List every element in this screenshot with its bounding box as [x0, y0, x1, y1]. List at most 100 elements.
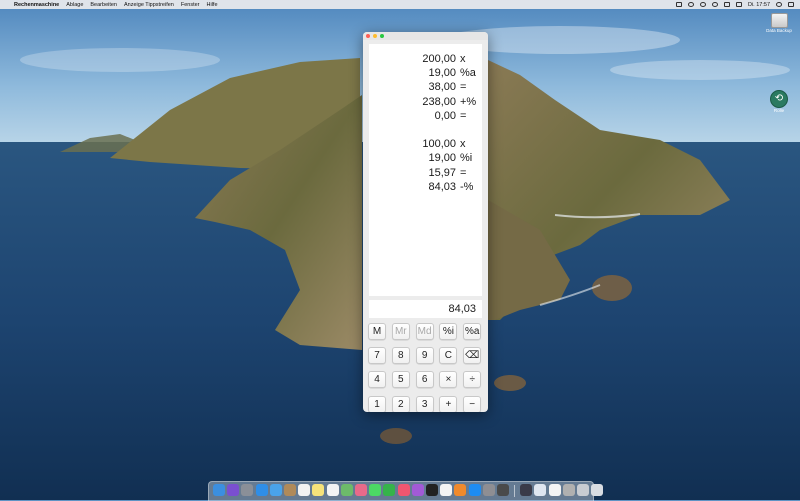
key-digit-3-button[interactable]: 3: [415, 395, 434, 412]
menu-hilfe[interactable]: Hilfe: [207, 2, 218, 8]
external-disk-icon: [770, 13, 788, 28]
menu-anzeige-tippstreifen[interactable]: Anzeige Tippstreifen: [124, 2, 174, 8]
key-subtract-button[interactable]: −: [463, 395, 482, 412]
disk-label: Data Backup: [766, 28, 792, 33]
tape-operator: +%: [460, 95, 477, 108]
tape-value: 15,97: [428, 166, 456, 179]
key-memory-button[interactable]: M: [368, 323, 386, 340]
desktop-timemachine-item[interactable]: ⟲ Rolle: [764, 90, 794, 113]
key-digit-6-button[interactable]: 6: [415, 371, 434, 389]
key-memory-recall-button[interactable]: Mr: [391, 323, 410, 340]
display-status-icon[interactable]: [675, 2, 682, 7]
dock-photos-icon[interactable]: [355, 484, 367, 496]
wifi-icon[interactable]: [711, 2, 718, 7]
desktop-disk-item[interactable]: Data Backup: [764, 13, 794, 33]
dock-mail-icon[interactable]: [269, 484, 282, 496]
tape-line: 19,00 %a: [428, 66, 476, 80]
status-area: Di. 17:57: [675, 0, 794, 9]
dock-news-icon[interactable]: [440, 484, 453, 496]
key-digit-2-button[interactable]: 2: [391, 395, 410, 412]
key-divide-button[interactable]: ÷: [463, 371, 482, 389]
dock-finder-icon[interactable]: [213, 484, 225, 496]
key-percent-added-button[interactable]: %a: [463, 323, 482, 340]
clock-status-icon[interactable]: [687, 2, 694, 7]
tape-operator: =: [460, 109, 467, 122]
calculator-window: 200,00 x 19,00 %a 38,00 = 238,00 +% 0,00 = 100,00 x…: [363, 32, 488, 412]
key-digit-8-button[interactable]: 8: [391, 347, 410, 365]
tape-operator: =: [460, 166, 467, 179]
key-add-button[interactable]: +: [439, 395, 458, 412]
dock-calendar-icon[interactable]: [298, 484, 311, 496]
tape-value: 0,00: [434, 109, 456, 122]
bluetooth-icon[interactable]: [699, 2, 706, 7]
tape-operator: =: [460, 81, 467, 94]
tape-operator: %a: [460, 67, 476, 80]
dock-script-icon[interactable]: [562, 484, 575, 496]
volume-icon[interactable]: [723, 2, 730, 7]
menu-fenster[interactable]: Fenster: [181, 2, 200, 8]
tape-line: 238,00 +%: [422, 95, 476, 109]
paper-tape: 200,00 x 19,00 %a 38,00 = 238,00 +% 0,00 = 100,00 x…: [369, 44, 482, 296]
dock-facetime-icon[interactable]: [383, 484, 396, 496]
window-titlebar[interactable]: [363, 32, 488, 40]
dock-podcasts-icon[interactable]: [411, 484, 424, 496]
dock-books-icon[interactable]: [454, 484, 467, 496]
dock-reminders-icon[interactable]: [326, 484, 339, 496]
menu-ablage[interactable]: Ablage: [66, 2, 83, 8]
key-percent-included-button[interactable]: %i: [439, 323, 458, 340]
zoom-button[interactable]: [380, 34, 384, 38]
key-backspace-button[interactable]: ⌫: [463, 347, 482, 365]
time-machine-icon: ⟲: [770, 90, 788, 108]
menu-bearbeiten[interactable]: Bearbeiten: [90, 2, 117, 8]
dock-messages-icon[interactable]: [369, 484, 382, 496]
minimize-button[interactable]: [373, 34, 377, 38]
dock-music-icon[interactable]: [397, 484, 410, 496]
battery-icon[interactable]: [735, 2, 742, 7]
dock-tv-icon[interactable]: [426, 484, 438, 496]
key-digit-1-button[interactable]: 1: [368, 395, 386, 412]
close-button[interactable]: [366, 34, 370, 38]
key-multiply-button[interactable]: ×: [439, 371, 458, 389]
key-digit-9-button[interactable]: 9: [415, 347, 434, 365]
dock-safari-icon[interactable]: [255, 484, 268, 496]
tape-operator: -%: [460, 180, 474, 193]
dock-preferences-icon[interactable]: [482, 484, 495, 496]
dock-screenshot-icon[interactable]: [520, 484, 533, 496]
tape-value: 84,03: [428, 180, 456, 193]
menu-bar: Rechenmaschine Ablage Bearbeiten Anzeige…: [0, 0, 800, 9]
dock-textedit-icon[interactable]: [548, 484, 561, 496]
dock-maps-icon[interactable]: [340, 484, 353, 496]
dock-preview-icon[interactable]: [534, 484, 547, 496]
dock-calculator-icon[interactable]: [497, 484, 509, 496]
dock-launchpad-icon[interactable]: [241, 484, 254, 496]
dock-notes-icon[interactable]: [312, 484, 325, 496]
tape-value: 238,00: [422, 95, 456, 108]
key-memory-delete-button[interactable]: Md: [415, 323, 434, 340]
tape-line: 19,00 %i: [428, 151, 476, 165]
tape-line: 15,97 =: [428, 166, 476, 180]
tape-value: 19,00: [428, 67, 456, 80]
dock-contacts-icon[interactable]: [284, 484, 296, 496]
menu-app-name[interactable]: Rechenmaschine: [14, 2, 59, 8]
key-digit-7-button[interactable]: 7: [368, 347, 386, 365]
key-digit-4-button[interactable]: 4: [368, 371, 386, 389]
tape-value: 100,00: [422, 138, 456, 151]
dock: [208, 481, 604, 501]
tape-value: 19,00: [428, 152, 456, 165]
control-list-icon[interactable]: [788, 2, 794, 7]
tape-line: [456, 123, 476, 137]
timemachine-label: Rolle: [773, 108, 785, 113]
spotlight-icon[interactable]: [776, 2, 782, 7]
dock-appstore-icon[interactable]: [468, 484, 481, 496]
tape-value: 38,00: [428, 81, 456, 94]
menubar-clock[interactable]: Di. 17:57: [748, 2, 770, 8]
dock-trash-icon[interactable]: [591, 484, 604, 496]
dock-downloads-stack-icon[interactable]: [577, 484, 589, 496]
key-clear-button[interactable]: C: [439, 347, 458, 365]
dock-siri-icon[interactable]: [227, 484, 240, 496]
tape-line: 100,00 x: [422, 137, 476, 151]
result-display: 84,03: [369, 300, 482, 318]
dock-separator: [514, 485, 516, 497]
tape-operator: x: [460, 138, 466, 151]
key-digit-5-button[interactable]: 5: [391, 371, 410, 389]
